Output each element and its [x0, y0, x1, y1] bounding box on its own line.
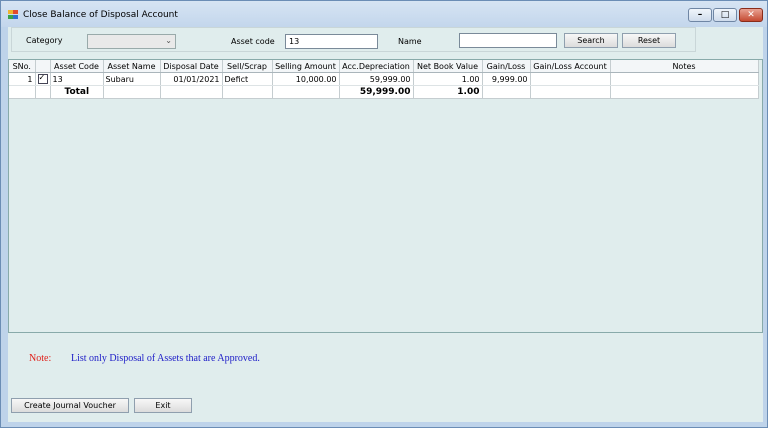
cell-acc-depreciation[interactable]: 59,999.00 [339, 72, 414, 86]
search-button[interactable]: Search [564, 33, 618, 48]
table-row[interactable]: 1 ✓ 13 Subaru 01/01/2021 Defict 10,000.0… [9, 72, 759, 86]
total-label: Total [50, 85, 104, 99]
cell-total-disposal-date [160, 85, 223, 99]
cell-total-selling-amount [272, 85, 340, 99]
col-header-asset-code[interactable]: Asset Code [50, 60, 104, 73]
note-label: Note: [29, 353, 52, 364]
name-input[interactable] [459, 33, 557, 48]
cell-select[interactable]: ✓ [35, 72, 51, 86]
col-header-net-book-value[interactable]: Net Book Value [413, 60, 483, 73]
cell-asset-code[interactable]: 13 [50, 72, 104, 86]
row-checkbox[interactable]: ✓ [37, 73, 48, 84]
cell-notes[interactable] [610, 72, 759, 86]
cell-selling-amount[interactable]: 10,000.00 [272, 72, 340, 86]
cell-sno: 1 [9, 72, 36, 86]
total-row: Total 59,999.00 1.00 [9, 85, 759, 99]
maximize-icon: □ [720, 10, 730, 20]
total-acc-depreciation: 59,999.00 [339, 85, 414, 99]
col-header-gain-loss-account[interactable]: Gain/Loss Account [530, 60, 611, 73]
col-header-acc-depreciation[interactable]: Acc.Depreciation [339, 60, 414, 73]
maximize-button[interactable]: □ [713, 8, 737, 22]
title-bar[interactable]: Close Balance of Disposal Account – □ ✕ [1, 1, 767, 27]
cell-total-sell-scrap [222, 85, 273, 99]
cell-gain-loss-account[interactable] [530, 72, 611, 86]
chevron-down-icon: ⌄ [165, 36, 172, 45]
category-label: Category [26, 36, 63, 45]
app-icon [8, 10, 18, 19]
reset-button[interactable]: Reset [622, 33, 676, 48]
name-label: Name [398, 37, 422, 46]
cell-gain-loss[interactable]: 9,999.00 [482, 72, 531, 86]
cell-total-select [35, 85, 51, 99]
asset-code-label: Asset code [231, 37, 275, 46]
close-icon: ✕ [747, 10, 755, 20]
window-title: Close Balance of Disposal Account [23, 10, 178, 20]
grid-header-row: SNo. Asset Code Asset Name Disposal Date… [9, 60, 759, 73]
col-header-gain-loss[interactable]: Gain/Loss [482, 60, 531, 73]
col-header-notes[interactable]: Notes [610, 60, 759, 73]
asset-code-input[interactable]: 13 [285, 34, 378, 49]
minimize-icon: – [697, 10, 703, 20]
disposal-grid[interactable]: SNo. Asset Code Asset Name Disposal Date… [8, 59, 763, 333]
filter-bar: Category ⌄ Asset code 13 Name Search Res… [11, 27, 696, 52]
checkmark-icon: ✓ [38, 73, 46, 82]
cell-total-gain-loss-account [530, 85, 611, 99]
col-header-disposal-date[interactable]: Disposal Date [160, 60, 223, 73]
grid-table: SNo. Asset Code Asset Name Disposal Date… [9, 60, 759, 99]
cell-sell-scrap[interactable]: Defict [222, 72, 273, 86]
create-journal-voucher-button[interactable]: Create Journal Voucher [11, 398, 129, 413]
cell-total-sno [9, 85, 36, 99]
exit-button[interactable]: Exit [134, 398, 192, 413]
cell-disposal-date[interactable]: 01/01/2021 [160, 72, 223, 86]
total-net-book-value: 1.00 [413, 85, 483, 99]
close-button[interactable]: ✕ [739, 8, 763, 22]
cell-total-notes [610, 85, 759, 99]
col-header-sno[interactable]: SNo. [9, 60, 36, 73]
client-area: Category ⌄ Asset code 13 Name Search Res… [8, 27, 763, 422]
cell-asset-name[interactable]: Subaru [103, 72, 161, 86]
cell-total-asset-name [103, 85, 161, 99]
minimize-button[interactable]: – [688, 8, 712, 22]
main-window: Close Balance of Disposal Account – □ ✕ … [0, 0, 768, 428]
note-text: List only Disposal of Assets that are Ap… [71, 353, 260, 364]
col-header-selling-amount[interactable]: Selling Amount [272, 60, 340, 73]
category-select[interactable]: ⌄ [87, 34, 176, 49]
col-header-asset-name[interactable]: Asset Name [103, 60, 161, 73]
cell-total-gain-loss [482, 85, 531, 99]
col-header-select[interactable] [35, 60, 51, 73]
cell-net-book-value[interactable]: 1.00 [413, 72, 483, 86]
col-header-sell-scrap[interactable]: Sell/Scrap [222, 60, 273, 73]
